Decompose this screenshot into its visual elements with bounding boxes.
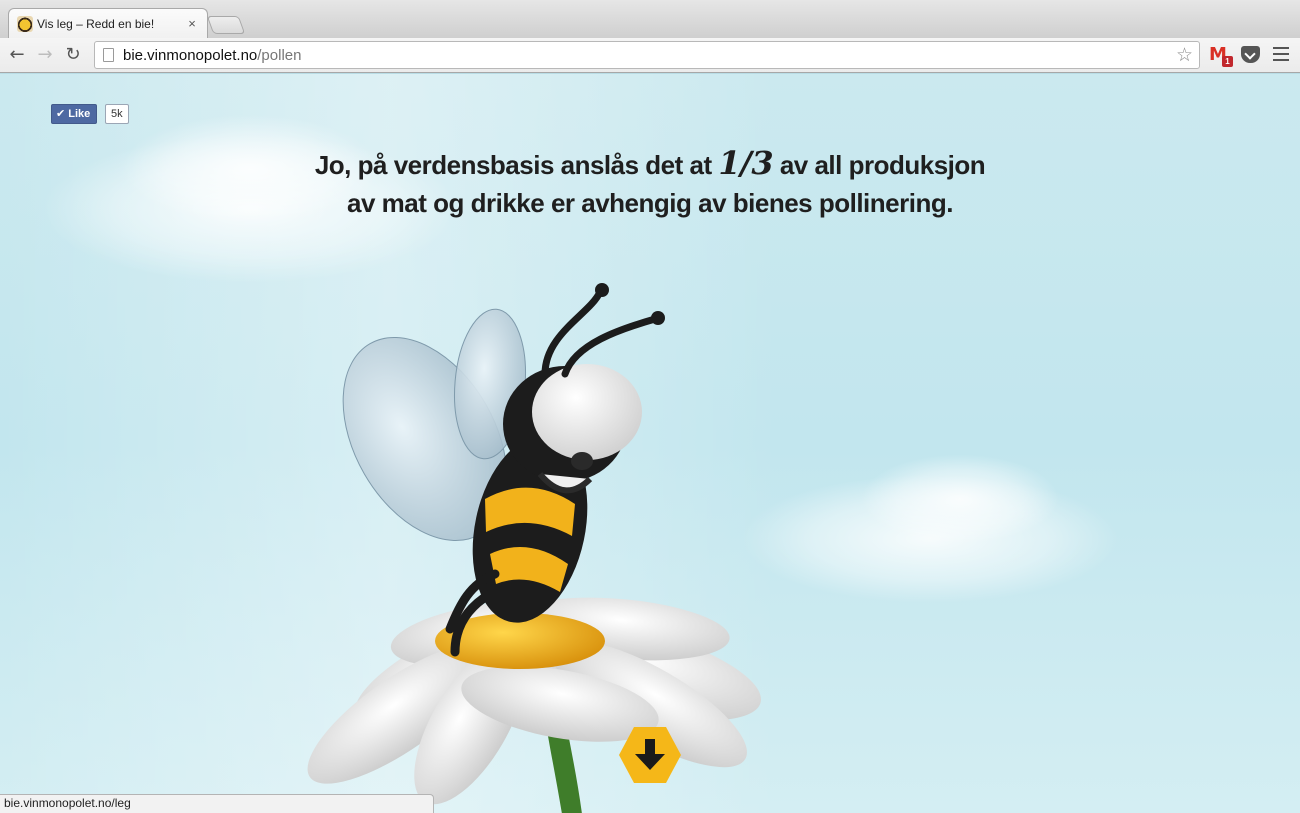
page-content: ✔ Like 5k Jo, på verdensbasis anslås det…	[0, 74, 1300, 813]
url-text: bie.vinmonopolet.no/pollen	[123, 46, 302, 64]
bee-favicon-icon	[17, 15, 33, 32]
bee-pupil	[571, 452, 593, 470]
headline-fraction: 1/3	[718, 144, 774, 182]
hamburger-menu-icon[interactable]	[1273, 47, 1289, 61]
pocket-icon[interactable]	[1241, 46, 1260, 63]
bee-eye	[532, 364, 642, 460]
page-icon	[103, 48, 114, 62]
tab-title: Vis leg – Redd en bie!	[37, 16, 155, 31]
cloud	[860, 454, 1060, 544]
status-bar-url: bie.vinmonopolet.no/leg	[0, 794, 434, 813]
close-tab-icon[interactable]: ×	[185, 16, 199, 31]
star-icon[interactable]: ☆	[1176, 44, 1193, 66]
browser-tab[interactable]: Vis leg – Redd en bie! ×	[8, 8, 208, 38]
reload-icon[interactable]: ↻	[62, 44, 84, 66]
like-label: Like	[68, 108, 91, 120]
gmail-unread-badge: 1	[1222, 56, 1233, 67]
forward-arrow-icon[interactable]: →	[34, 44, 56, 66]
like-count: 5k	[105, 104, 129, 124]
tab-strip: Vis leg – Redd en bie! ×	[0, 0, 1300, 38]
back-arrow-icon[interactable]: ←	[6, 44, 28, 66]
browser-toolbar: ← → ↻ bie.vinmonopolet.no/pollen ☆ M1	[0, 38, 1300, 73]
address-bar[interactable]: bie.vinmonopolet.no/pollen ☆	[94, 41, 1200, 69]
facebook-like-button[interactable]: ✔ Like	[51, 104, 98, 124]
scroll-down-button[interactable]	[618, 726, 682, 784]
checkmark-icon: ✔	[56, 107, 66, 120]
gmail-icon[interactable]: M1	[1209, 44, 1233, 67]
bee-on-flower-illustration	[307, 283, 761, 813]
headline: Jo, på verdensbasis anslås det at 1/3 av…	[314, 144, 986, 218]
new-tab-button[interactable]	[206, 16, 246, 34]
